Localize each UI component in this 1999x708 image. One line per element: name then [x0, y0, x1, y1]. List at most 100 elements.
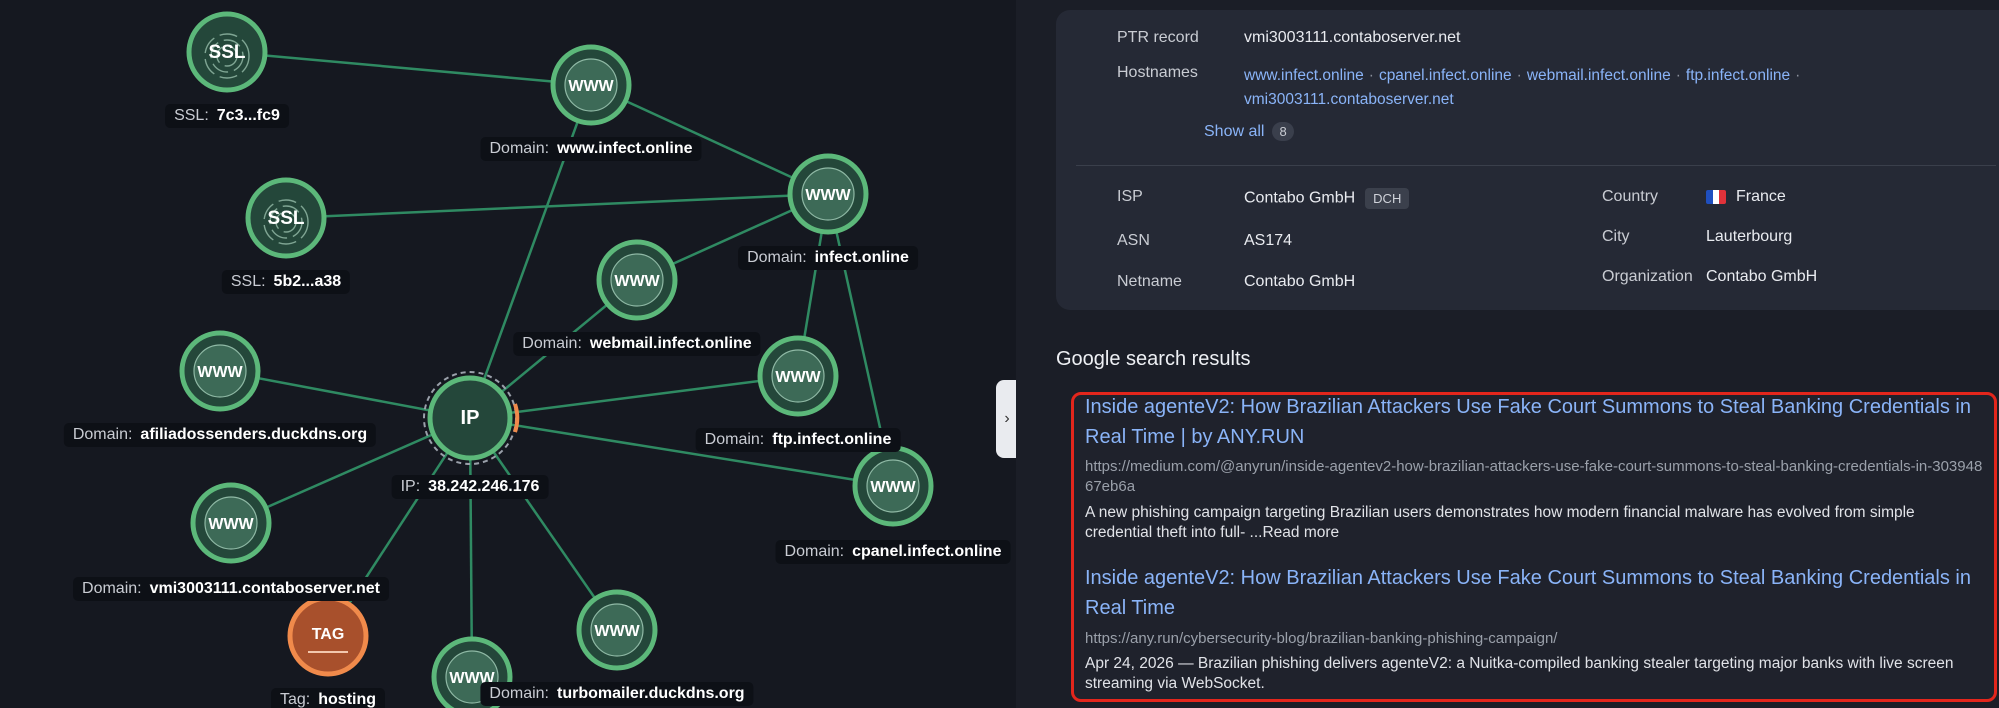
node-label[interactable]: IP: 38.242.246.176 [391, 475, 549, 499]
node-label-type: SSL: [174, 107, 209, 124]
www-node-icon-text: WWW [614, 273, 660, 290]
node-label-value: ftp.infect.online [772, 431, 892, 448]
www-node-icon-text: WWW [805, 187, 851, 204]
hostnames-list: www.infect.online · cpanel.infect.online · w… [1244, 67, 1801, 108]
www-node[interactable]: WWW [576, 589, 658, 671]
country-value-wrap: France [1706, 188, 1786, 206]
hostnames-label: Hostnames [1117, 64, 1198, 81]
country-value: France [1736, 188, 1786, 205]
node-label-type: Tag: [279, 691, 311, 708]
panel-toggle-button[interactable]: › [996, 380, 1018, 458]
result-url: https://medium.com/@anyrun/inside-agente… [1085, 458, 1983, 495]
www-node-icon-text: WWW [870, 479, 916, 496]
show-all-count-badge: 8 [1272, 122, 1294, 141]
node-label-type: SSL: [230, 273, 266, 290]
ssl-node-icon-text: SSL [209, 42, 246, 63]
node-label-value: 38.242.246.176 [428, 478, 540, 495]
result-title-link[interactable]: Inside agenteV2: How Brazilian Attackers… [1085, 392, 1985, 452]
node-label-type: Domain: [72, 426, 133, 443]
node-label[interactable]: Domain: cpanel.infect.online [775, 540, 1011, 564]
hostname-link[interactable]: ftp.infect.online [1686, 67, 1790, 84]
www-node[interactable]: WWW [550, 44, 632, 126]
result-url: https://any.run/cybersecurity-blog/brazi… [1085, 630, 1558, 647]
node-label-type: Domain: [489, 685, 549, 702]
www-node-icon-text: WWW [208, 516, 254, 533]
node-label[interactable]: SSL: 5b2...a38 [221, 270, 351, 294]
node-label[interactable]: Domain: afiliadossenders.duckdns.org [63, 423, 377, 447]
node-label-type: Domain: [747, 249, 807, 266]
www-node-icon-text: WWW [568, 78, 614, 95]
ssl-node[interactable]: SSL [245, 177, 327, 259]
ip-node[interactable]: IP [423, 371, 520, 465]
asn-value: AS174 [1244, 232, 1293, 249]
city-label: City [1602, 228, 1630, 245]
hostname-link[interactable]: cpanel.infect.online [1379, 67, 1512, 84]
relationship-graph[interactable]: SSL SSL WWW WWW WWW WWW WWW WWW IP WWW TAG WWW WWW S… [0, 0, 1016, 708]
ssl-node-icon-text: SSL [268, 208, 305, 229]
tag-indicator-arc [513, 403, 520, 433]
www-node[interactable]: WWW [852, 445, 934, 527]
ptr-value: vmi3003111.contaboserver.net [1244, 29, 1461, 46]
node-label[interactable]: Domain: ftp.infect.online [695, 428, 901, 452]
www-node-icon-text: WWW [594, 623, 640, 640]
france-flag-icon [1706, 189, 1726, 204]
dch-badge: DCH [1365, 188, 1410, 209]
node-label-type: Domain: [489, 140, 550, 157]
node-label[interactable]: Domain: vmi3003111.contaboserver.net [73, 577, 389, 601]
hostname-link[interactable]: webmail.infect.online [1527, 67, 1671, 84]
isp-value-wrap: Contabo GmbH DCH [1244, 188, 1410, 209]
graph-edge [469, 374, 799, 420]
asn-label: ASN [1117, 232, 1150, 249]
graph-edge [285, 192, 829, 220]
node-label-value: hosting [318, 691, 377, 708]
hostname-link[interactable]: www.infect.online [1244, 67, 1364, 84]
graph-nodes: SSLSSLWWWWWWWWWWWWWWWWWWIPWWWTAG WWWWWW [179, 11, 934, 708]
ptr-label: PTR record [1117, 29, 1199, 46]
netname-label: Netname [1117, 273, 1182, 290]
www-node[interactable]: WWW [787, 153, 869, 235]
city-value: Lauterbourg [1706, 228, 1793, 245]
country-label: Country [1602, 188, 1659, 205]
tag-node-icon-text: TAG [312, 626, 345, 643]
node-label[interactable]: Tag: hosting [270, 688, 386, 708]
chevron-right-icon: › [1004, 410, 1010, 427]
netname-value: Contabo GmbH [1244, 273, 1356, 290]
ssl-node[interactable]: SSL [186, 11, 268, 93]
node-label-type: IP: [400, 478, 421, 495]
show-all-button[interactable]: Show all 8 [1204, 122, 1294, 141]
isp-label: ISP [1117, 188, 1143, 205]
result-title-link[interactable]: Inside agenteV2: How Brazilian Attackers… [1085, 563, 1985, 623]
ip-info-card: PTR record vmi3003111.contaboserver.net … [1056, 10, 1999, 310]
graph-canvas: SSLSSLWWWWWWWWWWWWWWWWWWIPWWWTAG WWWWWW [179, 11, 934, 708]
node-label-value: 7c3...fc9 [216, 107, 280, 124]
node-label[interactable]: Domain: infect.online [738, 246, 918, 270]
graph-edge [226, 50, 592, 87]
isp-value: Contabo GmbH [1244, 189, 1356, 207]
www-node[interactable]: WWW [596, 239, 678, 321]
www-node-icon-text: WWW [775, 369, 821, 386]
ip-node-icon-text: IP [461, 407, 480, 429]
node-label[interactable]: Domain: turbomailer.duckdns.org [480, 682, 754, 706]
www-node[interactable]: WWW [179, 330, 261, 412]
www-node[interactable]: WWW [757, 335, 839, 417]
node-label[interactable]: Domain: webmail.infect.online [513, 332, 761, 356]
result-snippet: Apr 24, 2026 — Brazilian phishing delive… [1085, 655, 1954, 692]
www-node-icon-text: WWW [197, 364, 243, 381]
details-panel: PTR record vmi3003111.contaboserver.net … [1016, 0, 1999, 708]
google-results-list: Inside agenteV2: How Brazilian Attackers… [1071, 392, 1997, 702]
node-label[interactable]: SSL: 7c3...fc9 [165, 104, 289, 128]
hostname-link[interactable]: vmi3003111.contaboserver.net [1244, 91, 1454, 108]
tag-node[interactable]: TAG [287, 595, 369, 677]
organization-label: Organization [1602, 268, 1693, 285]
node-label[interactable]: Domain: www.infect.online [480, 137, 702, 161]
node-label-value: webmail.infect.online [589, 335, 752, 352]
node-label-value: turbomailer.duckdns.org [556, 685, 745, 702]
divider [1076, 165, 1996, 166]
node-label-value: infect.online [814, 249, 909, 266]
organization-value: Contabo GmbH [1706, 268, 1818, 285]
google-results-heading: Google search results [1056, 348, 1251, 370]
node-label-value: www.infect.online [557, 140, 693, 157]
www-node[interactable]: WWW [190, 482, 272, 564]
node-label-value: 5b2...a38 [273, 273, 342, 290]
node-label-type: Domain: [522, 335, 582, 352]
